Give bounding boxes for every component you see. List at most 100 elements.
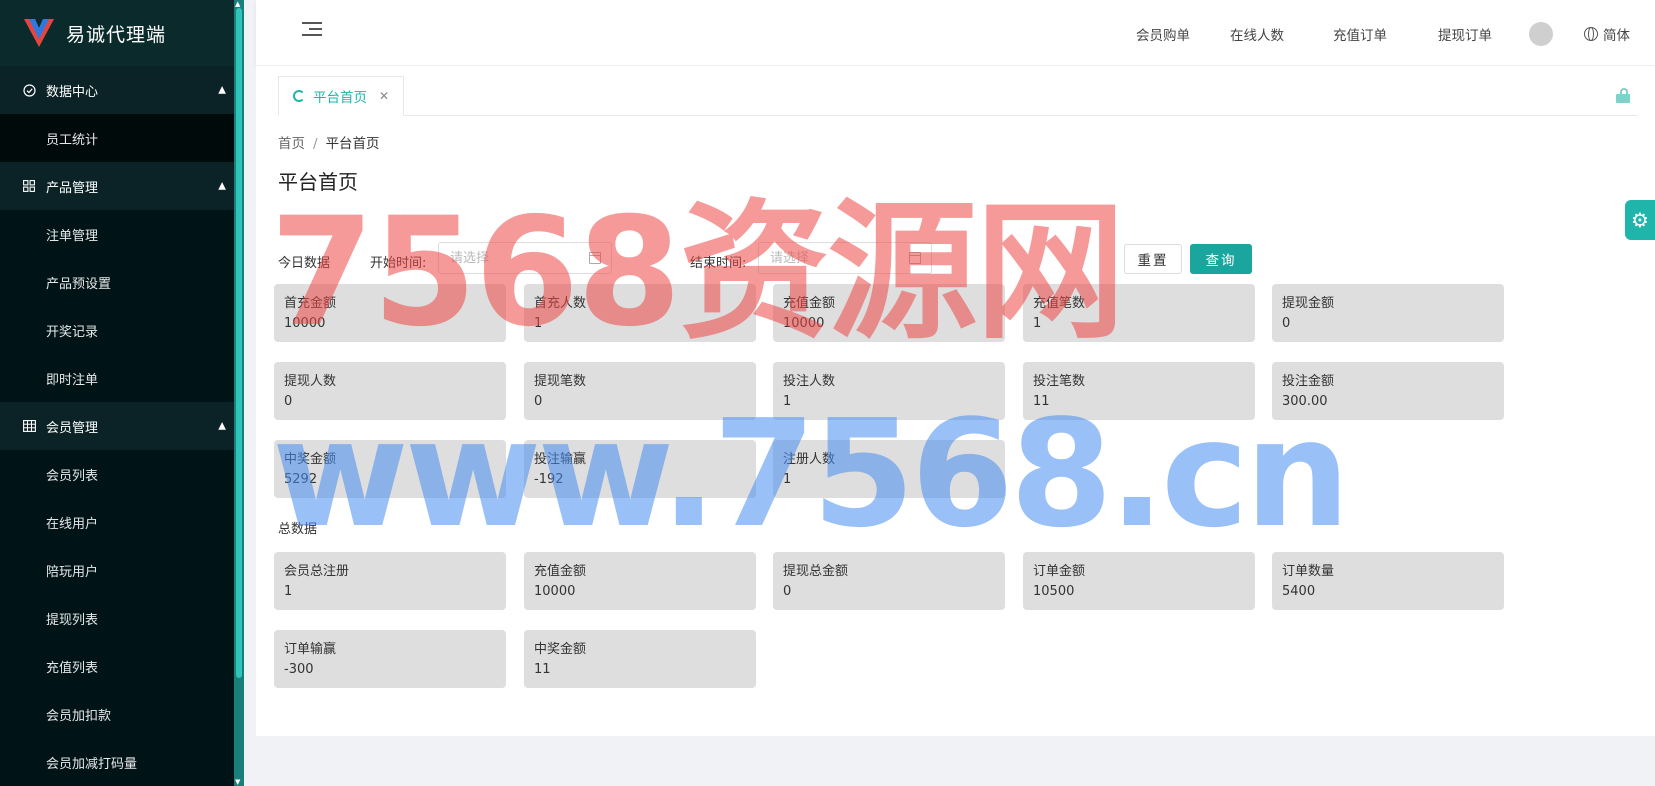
stat-value: 10000 (534, 584, 576, 599)
table-icon (22, 419, 36, 433)
sidebar-item-draw-records[interactable]: 开奖记录 (0, 306, 244, 354)
logo-v-icon (24, 19, 54, 47)
end-time-input[interactable] (759, 243, 889, 273)
header-link-withdraw-orders[interactable]: 提现订单 (1438, 24, 1492, 44)
scrollbar-thumb[interactable] (236, 8, 242, 678)
stat-value: 10500 (1033, 584, 1075, 599)
chevron-up-icon: ▲ (218, 420, 226, 432)
sidebar-item-companion-users[interactable]: 陪玩用户 (0, 546, 244, 594)
menu-group-data-center[interactable]: 数据中心 ▲ (0, 66, 244, 114)
stat-label: 投注人数 (783, 374, 836, 389)
calendar-icon (909, 252, 921, 264)
stat-card: 会员总注册 1 (274, 552, 506, 610)
stat-card: 充值笔数 1 (1023, 284, 1255, 342)
chevron-up-icon: ▲ (218, 84, 226, 96)
stat-card: 充值金额 10000 (773, 284, 1005, 342)
logo[interactable]: 易诚代理端 (0, 0, 244, 66)
header-link-online-count[interactable]: 在线人数 (1230, 24, 1284, 44)
calendar-icon (589, 252, 601, 264)
stat-card: 注册人数 1 (773, 440, 1005, 498)
header-link-member-orders[interactable]: 会员购单 (1136, 24, 1190, 44)
sidebar-item-live-bets[interactable]: 即时注单 (0, 354, 244, 402)
sidebar-item-online-users[interactable]: 在线用户 (0, 498, 244, 546)
scroll-up-icon[interactable]: ▲ (235, 0, 240, 8)
tab-bar: 平台首页 ✕ (278, 76, 1638, 116)
stat-card: 提现笔数 0 (524, 362, 756, 420)
check-circle-icon (22, 83, 36, 97)
sidebar: 易诚代理端 数据中心 ▲ 员工统计 产品管理 ▲ 注单管理 产品预设置 开奖记录… (0, 0, 244, 786)
language-label: 简体 (1603, 28, 1630, 44)
end-time-picker[interactable] (758, 242, 932, 274)
stat-label: 提现笔数 (534, 374, 587, 389)
stat-label: 首充金额 (284, 296, 337, 311)
sidebar-item-member-adjust-balance[interactable]: 会员加扣款 (0, 690, 244, 738)
sidebar-item-staff-stats[interactable]: 员工统计 (0, 114, 244, 162)
stat-label: 订单输赢 (284, 642, 337, 657)
sidebar-item-bet-management[interactable]: 注单管理 (0, 210, 244, 258)
menu-group-label: 产品管理 (46, 180, 99, 196)
stat-card: 订单输赢 -300 (274, 630, 506, 688)
stat-value: 300.00 (1282, 394, 1328, 409)
refresh-icon[interactable] (293, 90, 305, 102)
sidebar-item-member-adjust-turnover[interactable]: 会员加减打码量 (0, 738, 244, 786)
stat-card: 首充金额 10000 (274, 284, 506, 342)
menu-group-product[interactable]: 产品管理 ▲ (0, 162, 244, 210)
stat-label: 中奖金额 (534, 642, 587, 657)
stat-card: 投注输赢 -192 (524, 440, 756, 498)
stat-value: 11 (1033, 394, 1050, 409)
stat-value: 0 (1282, 316, 1291, 331)
stat-value: 11 (534, 662, 551, 677)
language-switcher[interactable]: 简体 (1584, 24, 1630, 44)
avatar[interactable] (1529, 22, 1553, 46)
settings-gear-icon[interactable]: ⚙ (1625, 200, 1655, 240)
stat-label: 提现总金额 (783, 564, 849, 579)
stat-value: 5400 (1282, 584, 1316, 599)
stat-label: 投注笔数 (1033, 374, 1086, 389)
grid-icon (22, 179, 36, 193)
page-title: 平台首页 (278, 170, 358, 194)
stat-card: 提现总金额 0 (773, 552, 1005, 610)
stat-card: 中奖金额 11 (524, 630, 756, 688)
stat-value: 1 (284, 584, 293, 599)
sidebar-item-withdraw-list[interactable]: 提现列表 (0, 594, 244, 642)
stat-card: 首充人数 1 (524, 284, 756, 342)
menu-group-label: 会员管理 (46, 420, 99, 436)
stat-value: 5292 (284, 472, 318, 487)
header-link-recharge-orders[interactable]: 充值订单 (1333, 24, 1387, 44)
tab-platform-home[interactable]: 平台首页 ✕ (278, 76, 405, 116)
breadcrumb-current: 平台首页 (325, 136, 380, 152)
menu-group-label: 数据中心 (46, 84, 99, 100)
total-data-label: 总数据 (278, 522, 318, 537)
stat-label: 充值金额 (534, 564, 587, 579)
scroll-down-icon[interactable]: ▼ (235, 778, 240, 786)
start-time-input[interactable] (439, 243, 569, 273)
sidebar-item-member-list[interactable]: 会员列表 (0, 450, 244, 498)
stat-label: 提现金额 (1282, 296, 1335, 311)
chevron-up-icon: ▲ (218, 180, 226, 192)
sidebar-scrollbar[interactable]: ▲ ▼ (234, 0, 244, 786)
sidebar-item-recharge-list[interactable]: 充值列表 (0, 642, 244, 690)
collapse-menu-icon[interactable] (302, 22, 322, 40)
start-time-picker[interactable] (438, 242, 612, 274)
stat-label: 充值笔数 (1033, 296, 1086, 311)
globe-icon (1584, 27, 1598, 41)
query-button[interactable]: 查询 (1190, 244, 1252, 274)
breadcrumb-home[interactable]: 首页 (278, 136, 305, 152)
stat-label: 提现人数 (284, 374, 337, 389)
stat-card: 订单数量 5400 (1272, 552, 1504, 610)
stat-label: 订单数量 (1282, 564, 1335, 579)
stat-value: 1 (783, 394, 792, 409)
reset-button[interactable]: 重置 (1124, 244, 1182, 274)
stat-value: 10000 (783, 316, 825, 331)
stat-value: 0 (534, 394, 543, 409)
app-title: 易诚代理端 (66, 23, 167, 46)
stat-card: 投注金额 300.00 (1272, 362, 1504, 420)
stat-card: 充值金额 10000 (524, 552, 756, 610)
sidebar-item-product-preset[interactable]: 产品预设置 (0, 258, 244, 306)
close-icon[interactable]: ✕ (379, 89, 389, 103)
stat-label: 投注输赢 (534, 452, 587, 467)
stat-value: 10000 (284, 316, 326, 331)
stat-card: 提现人数 0 (274, 362, 506, 420)
unlock-icon[interactable] (1616, 88, 1630, 103)
menu-group-member[interactable]: 会员管理 ▲ (0, 402, 244, 450)
